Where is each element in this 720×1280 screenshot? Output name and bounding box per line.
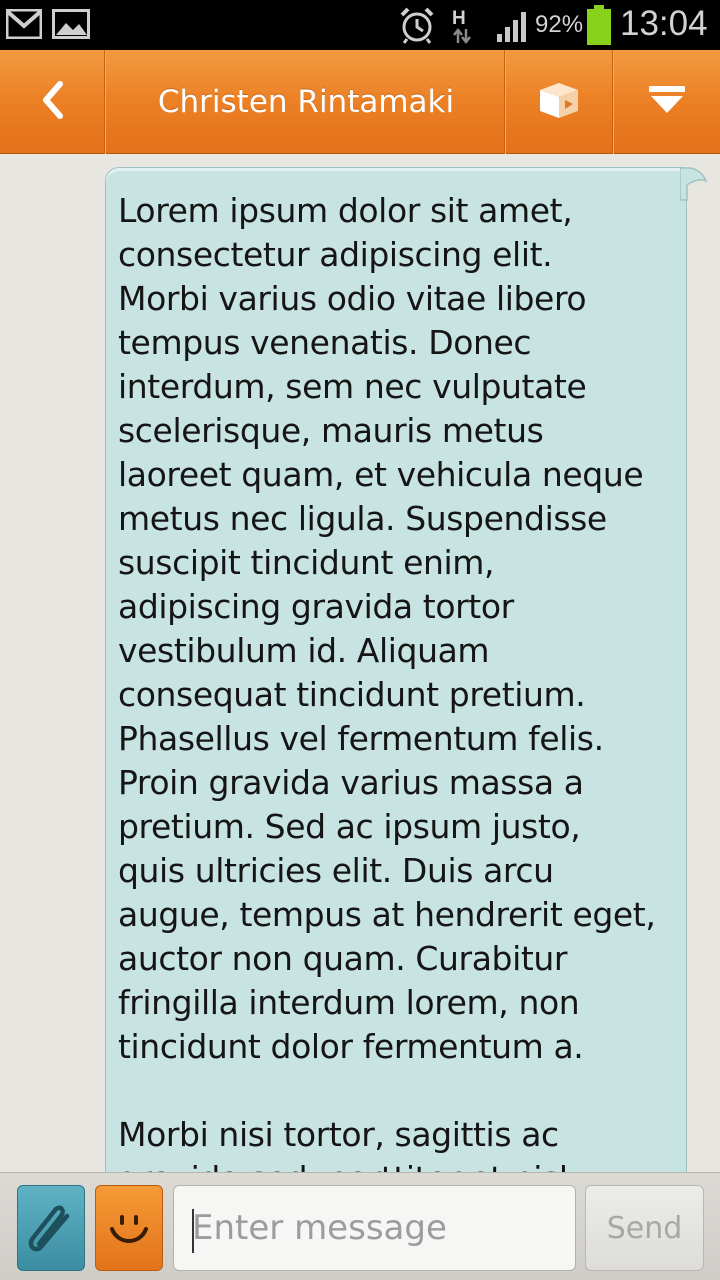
alarm-clock-icon [398, 6, 436, 48]
bubble-tail [679, 167, 708, 205]
battery-icon [586, 5, 612, 49]
contact-name: Christen Rintamaki [157, 84, 455, 120]
box-button[interactable] [506, 50, 612, 154]
emoticon-button[interactable] [95, 1185, 163, 1271]
gallery-icon [52, 9, 90, 43]
overflow-menu-icon [648, 85, 686, 119]
conversation-thread[interactable]: Lorem ipsum dolor sit amet, consectetur … [0, 155, 720, 1172]
send-button[interactable]: Send [585, 1185, 704, 1271]
clock-time: 13:04 [620, 4, 708, 43]
message-text: Lorem ipsum dolor sit amet, consectetur … [118, 191, 656, 1172]
back-button[interactable] [0, 50, 105, 154]
compose-bar: Send [0, 1172, 720, 1280]
gmail-icon [5, 8, 43, 43]
signal-strength-icon [496, 8, 532, 46]
text-cursor [192, 1209, 194, 1253]
paperclip-icon [25, 1196, 77, 1260]
network-type-label: H [452, 8, 466, 29]
action-bar: Christen Rintamaki [0, 50, 720, 154]
smiley-icon [106, 1203, 152, 1253]
attach-button[interactable] [17, 1185, 85, 1271]
battery-percent: 92% [535, 11, 584, 38]
overflow-menu-button[interactable] [614, 50, 720, 154]
message-input[interactable] [173, 1185, 576, 1271]
status-bar: H 92% 13:04 [0, 0, 720, 50]
hspa-data-icon [452, 27, 472, 48]
divider [104, 50, 106, 154]
box-icon [536, 80, 582, 124]
back-arrow-icon [38, 80, 68, 124]
